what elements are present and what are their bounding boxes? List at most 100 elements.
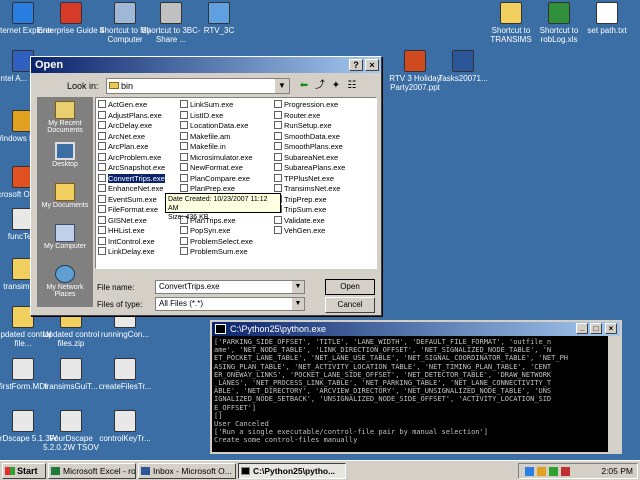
file-item[interactable]: PopSyn.exe — [180, 226, 253, 237]
file-item[interactable]: ArcNet.exe — [98, 131, 165, 143]
shortcut-icon — [208, 2, 230, 24]
place-recent-documents[interactable]: My Recent Documents — [37, 97, 93, 138]
file-item[interactable]: ArcDelay.exe — [98, 121, 165, 132]
file-item[interactable]: LinkDelay.exe — [98, 247, 165, 258]
file-item[interactable]: ProblemSum.exe — [180, 247, 253, 258]
task-outlook[interactable]: Inbox - Microsoft O... — [138, 463, 236, 479]
console-scrollbar[interactable] — [608, 336, 620, 452]
open-button[interactable]: Open — [325, 279, 375, 295]
file-item[interactable]: SmoothPlans.exe — [274, 142, 345, 153]
file-item[interactable]: ActGen.exe — [98, 100, 165, 111]
task-excel[interactable]: Microsoft Excel - ro... — [48, 463, 136, 479]
file-item[interactable]: ArcPlan.exe — [98, 142, 165, 153]
clock[interactable]: 2:05 PM — [601, 466, 633, 476]
shortcut-icon — [60, 358, 82, 380]
exe-file-icon — [180, 173, 188, 182]
file-item[interactable]: SubareaPlans.exe — [274, 163, 345, 174]
file-item[interactable]: SmoothData.exe — [274, 131, 345, 143]
exe-file-icon — [98, 163, 106, 171]
chevron-down-icon[interactable]: ▼ — [275, 79, 289, 93]
file-item[interactable]: FileFormat.exe — [98, 205, 165, 216]
desktop-icon-item[interactable]: set path.txt — [572, 2, 640, 35]
file-item[interactable]: AdjustPlans.exe — [98, 110, 165, 122]
file-item[interactable]: TripSum.exe — [274, 205, 345, 216]
place-network[interactable]: My Network Places — [37, 261, 93, 302]
exe-file-icon — [180, 100, 188, 108]
maximize-button[interactable]: □ — [590, 323, 602, 334]
file-item[interactable]: Router.exe — [274, 110, 345, 122]
file-item[interactable]: Microsimulator.exe — [180, 152, 253, 164]
desktop-icon-item[interactable]: Tasks20071... — [428, 50, 498, 83]
shortcut-icon — [114, 358, 136, 380]
up-folder-icon[interactable]: ⤴ — [313, 79, 327, 93]
tray-icons[interactable] — [525, 467, 585, 476]
file-item[interactable]: TransimsNet.exe — [274, 184, 345, 195]
file-item[interactable]: LocationData.exe — [180, 121, 253, 132]
exe-file-icon — [180, 247, 188, 255]
file-item[interactable]: EnhanceNet.exe — [98, 184, 165, 195]
exe-file-icon — [98, 236, 106, 245]
desktop-icon-item[interactable]: controlKeyTr... — [90, 410, 160, 443]
file-item[interactable]: EventSum.exe — [98, 194, 165, 206]
file-item[interactable]: Makefile.in — [180, 142, 253, 153]
close-button[interactable]: × — [605, 323, 617, 334]
exe-file-icon — [98, 121, 106, 129]
file-item[interactable]: HHList.exe — [98, 226, 165, 237]
console-line: [] — [214, 411, 223, 420]
filename-field[interactable]: ConvertTrips.exe ▼ — [155, 280, 305, 294]
console-icon — [215, 324, 226, 334]
file-item[interactable]: Validate.exe — [274, 215, 345, 227]
start-button[interactable]: Start — [2, 463, 46, 479]
shortcut-icon — [548, 2, 570, 24]
file-name: ArcSnapshot.exe — [108, 163, 166, 172]
look-in-dropdown[interactable]: bin ▼ — [106, 78, 290, 94]
console-output: ['PARKING_SIDE_OFFSET', 'TITLE', 'LANE_W… — [214, 338, 608, 450]
desktop-icon-item[interactable]: createFilesTr... — [90, 358, 160, 391]
chevron-down-icon[interactable]: ▼ — [292, 298, 304, 310]
task-python-console[interactable]: C:\Python25\pytho... — [238, 463, 346, 479]
file-item[interactable]: PlanCompare.exe — [180, 173, 253, 185]
exe-file-icon — [98, 131, 106, 140]
file-item[interactable]: TripPrep.exe — [274, 194, 345, 206]
file-item[interactable]: ConvertTrips.exe — [98, 173, 165, 185]
console-titlebar[interactable]: C:\Python25\python.exe _ □ × — [212, 322, 620, 336]
filetype-select[interactable]: All Files (*.*) ▼ — [155, 297, 305, 311]
file-item[interactable]: ArcSnapshot.exe — [98, 163, 165, 174]
file-item[interactable]: RunSetup.exe — [274, 121, 345, 132]
chevron-down-icon[interactable]: ▼ — [292, 281, 304, 293]
console-line: E_OFFSET'] — [214, 403, 257, 412]
dialog-titlebar[interactable]: Open ? × — [31, 57, 381, 73]
file-item[interactable]: TPPlusNet.exe — [274, 173, 345, 185]
file-item[interactable]: NewFormat.exe — [180, 163, 253, 174]
file-item[interactable]: Progression.exe — [274, 100, 345, 111]
file-item[interactable]: SubareaNet.exe — [274, 152, 345, 164]
file-item[interactable]: ArcProblem.exe — [98, 152, 165, 164]
exe-file-icon — [180, 131, 188, 140]
desktop-icon-label: Tasks20071... — [438, 74, 488, 83]
file-name: ArcProblem.exe — [108, 152, 162, 162]
place-label: My Documents — [41, 202, 89, 209]
view-menu-icon[interactable]: ☷ — [345, 79, 359, 93]
file-item[interactable]: VehGen.exe — [274, 226, 345, 237]
back-arrow-icon[interactable]: ⬅ — [297, 79, 311, 93]
file-list[interactable]: ActGen.exe AdjustPlans.exe ArcDelay.exe Arc… — [95, 97, 377, 269]
place-desktop[interactable]: Desktop — [37, 138, 93, 179]
console-window: C:\Python25\python.exe _ □ × ['PARKING_S… — [210, 320, 622, 454]
file-item[interactable]: LinkSum.exe — [180, 100, 253, 111]
exe-file-icon — [98, 142, 106, 150]
minimize-button[interactable]: _ — [576, 323, 588, 334]
close-button[interactable]: × — [365, 59, 379, 71]
file-item[interactable]: Makefile.am — [180, 131, 253, 143]
desktop-icon-item[interactable]: RTV_3C — [184, 2, 254, 35]
help-button[interactable]: ? — [349, 59, 363, 71]
file-column-2: LinkSum.exe ListID.exe LocationData.exe Mak… — [180, 100, 253, 258]
new-folder-icon[interactable]: ✦ — [329, 79, 343, 93]
cancel-button[interactable]: Cancel — [325, 297, 375, 313]
file-item[interactable]: GISNet.exe — [98, 215, 165, 227]
place-my-documents[interactable]: My Documents — [37, 179, 93, 220]
place-my-computer[interactable]: My Computer — [37, 220, 93, 261]
network-places-icon — [55, 265, 75, 283]
file-item[interactable]: ListID.exe — [180, 110, 253, 122]
file-item[interactable]: ProblemSelect.exe — [180, 236, 253, 248]
file-item[interactable]: IntControl.exe — [98, 236, 165, 248]
